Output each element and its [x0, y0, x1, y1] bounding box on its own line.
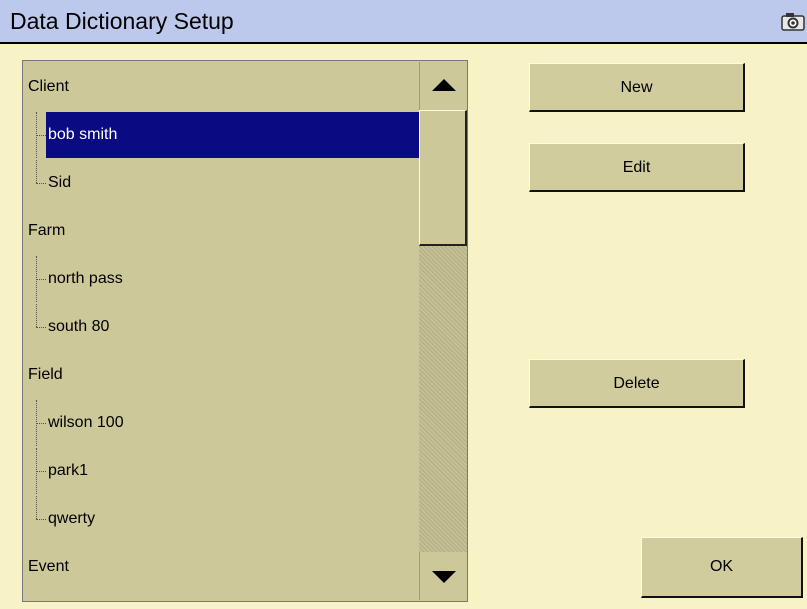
tree-connector-horizontal [36, 519, 46, 520]
scroll-down-button[interactable] [419, 552, 467, 600]
ok-button-label: OK [709, 558, 734, 575]
tree-category-item[interactable]: Client [24, 64, 420, 110]
title-bar: Data Dictionary Setup [0, 0, 807, 44]
tree-item-label: qwerty [48, 510, 96, 527]
new-button[interactable]: New [529, 63, 745, 112]
tree-connector-horizontal [36, 471, 46, 472]
tree-connector-vertical [36, 304, 37, 327]
tree-item-label: park1 [48, 462, 89, 479]
tree-connector-horizontal [36, 183, 46, 184]
tree-item-label: Client [28, 78, 69, 95]
tree-connector-vertical [36, 496, 37, 519]
scroll-up-button[interactable] [419, 62, 467, 110]
tree-child-item[interactable]: south 80 [24, 304, 420, 350]
tree-child-item[interactable]: wilson 100 [24, 400, 420, 446]
ok-button[interactable]: OK [641, 537, 803, 598]
tree-item-label: Field [28, 366, 63, 383]
tree-connector-horizontal [36, 327, 46, 328]
tree-view[interactable]: Client bob smith Sid Farm north pass south 80… [24, 62, 420, 600]
tree-item-label: Sid [48, 174, 72, 191]
window-title: Data Dictionary Setup [10, 8, 234, 34]
tree-category-item[interactable]: Field [24, 352, 420, 398]
edit-button[interactable]: Edit [529, 143, 745, 192]
arrow-down-icon [432, 571, 456, 583]
tree-item-label: Event [28, 558, 69, 575]
dictionary-tree-list[interactable]: Client bob smith Sid Farm north pass south 80… [22, 60, 468, 602]
tree-item-label: bob smith [48, 126, 118, 143]
tree-connector-vertical [36, 160, 37, 183]
tree-item-label: north pass [48, 270, 123, 287]
new-button-label: New [620, 79, 653, 96]
tree-item-label: Farm [28, 222, 66, 239]
tree-child-item[interactable]: north pass [24, 256, 420, 302]
delete-button-label: Delete [613, 375, 660, 392]
delete-button[interactable]: Delete [529, 359, 745, 408]
tree-connector-horizontal [36, 279, 46, 280]
arrow-up-icon [432, 79, 456, 91]
window: Data Dictionary Setup Client bob smith Sid… [0, 0, 807, 609]
scrollbar-thumb[interactable] [419, 110, 467, 246]
tree-item-label: south 80 [48, 318, 110, 335]
tree-category-item[interactable]: Event [24, 544, 420, 590]
edit-button-label: Edit [622, 159, 651, 176]
camera-icon[interactable] [781, 13, 807, 31]
tree-connector-horizontal [36, 423, 46, 424]
tree-child-item[interactable]: Sid [24, 160, 420, 206]
tree-category-item[interactable]: Farm [24, 208, 420, 254]
tree-connector-horizontal [36, 135, 46, 136]
tree-child-item[interactable]: park1 [24, 448, 420, 494]
tree-item-label: wilson 100 [48, 414, 124, 431]
vertical-scrollbar[interactable] [419, 62, 467, 600]
tree-child-item[interactable]: qwerty [24, 496, 420, 542]
tree-child-item[interactable]: bob smith [24, 112, 420, 158]
